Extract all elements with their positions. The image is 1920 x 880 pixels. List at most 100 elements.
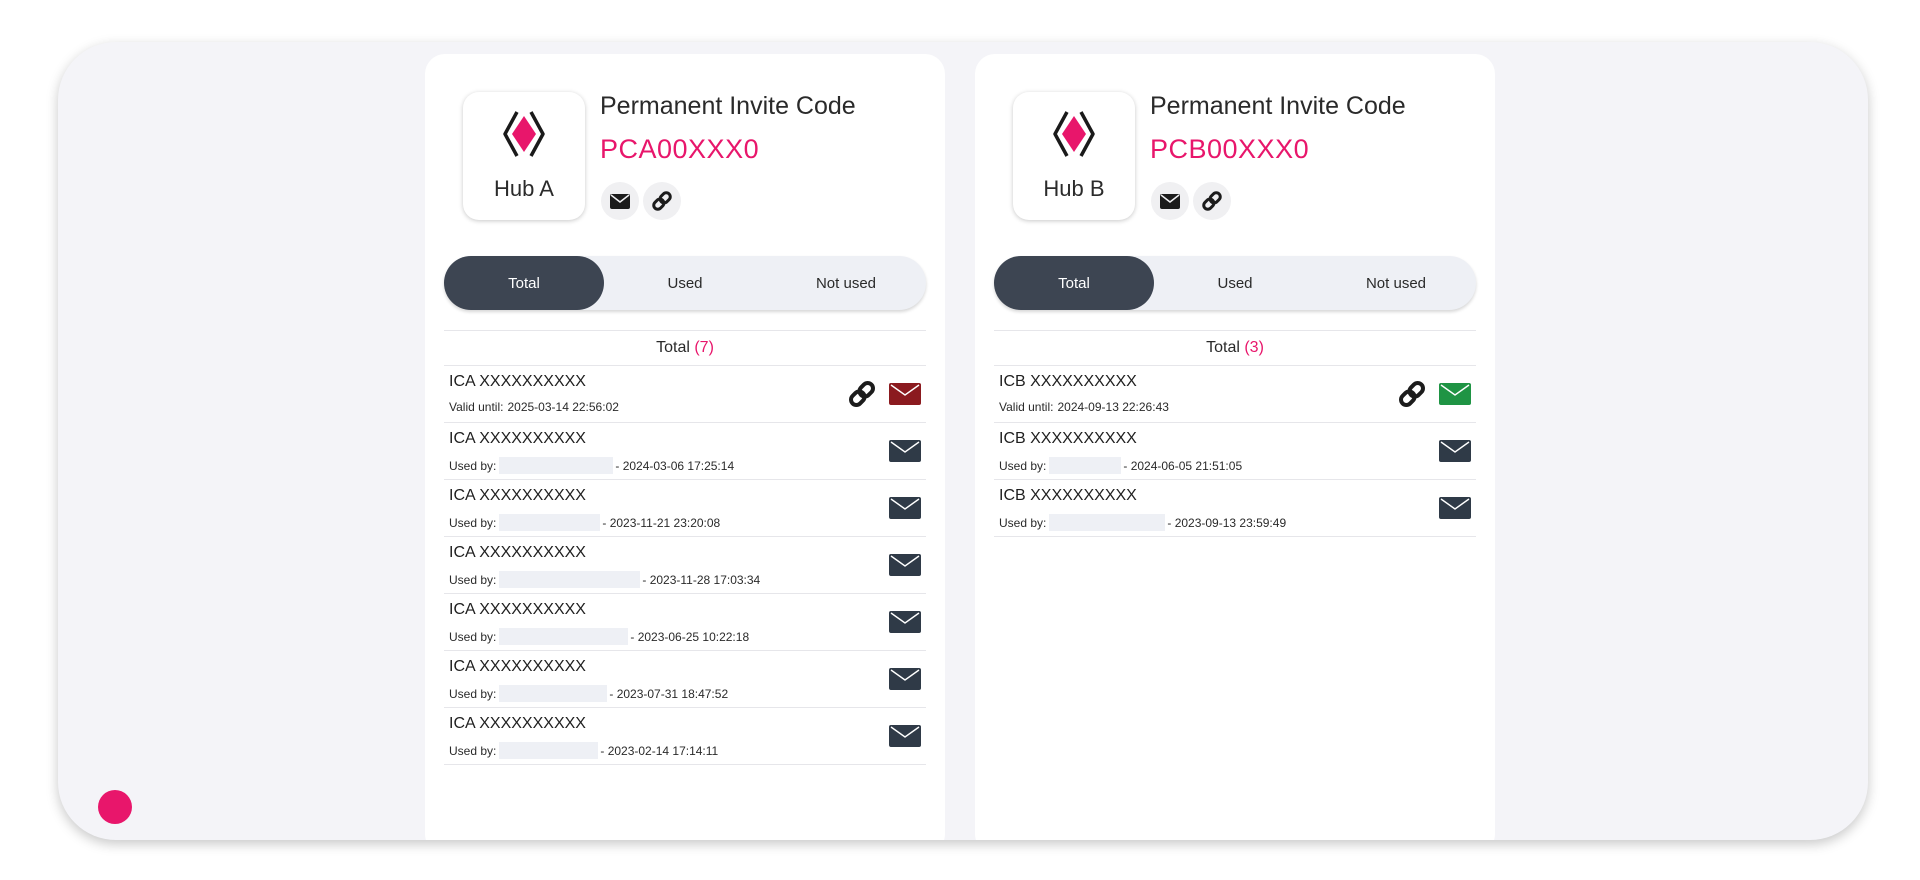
invite-code: ICB XXXXXXXXXX [999,487,1137,504]
send-invite-email-button[interactable] [889,611,921,638]
redacted-user [499,628,629,645]
invite-code-detail: Used by: - 2024-06-05 21:51:05 [999,457,1242,474]
permanent-invite-title: Permanent Invite Code [1150,92,1406,120]
send-invite-email-button[interactable] [1439,383,1471,410]
permanent-invite-code: PCA00XXX0 [600,134,760,164]
redacted-user [499,742,599,759]
envelope-icon [889,383,921,405]
envelope-icon [889,440,921,462]
detail-prefix: Used by: [449,458,497,473]
invite-code: ICB XXXXXXXXXX [999,430,1137,447]
hub-logo-box: Hub B [1013,92,1135,220]
invite-code-row: ICB XXXXXXXXXX Valid until: 2024-09-13 22:… [994,366,1476,423]
link-icon [1202,191,1222,211]
hub-logo-icon [1053,111,1095,157]
email-permanent-code-button[interactable] [601,182,639,220]
envelope-icon [1439,497,1471,519]
hub-logo-box: Hub A [463,92,585,220]
list-header: Total (7) [444,330,926,366]
envelope-icon [1439,440,1471,462]
detail-prefix: Used by: [449,743,497,758]
invite-code: ICA XXXXXXXXXX [449,601,586,618]
permanent-invite-code: PCB00XXX0 [1150,134,1310,164]
email-permanent-code-button[interactable] [1151,182,1189,220]
hub-card-b: Hub B Permanent Invite Code PCB00XXX0 To… [975,54,1495,840]
redacted-user [499,457,614,474]
invite-code-detail: Used by: - 2023-07-31 18:47:52 [449,685,728,702]
detail-prefix: Used by: [999,515,1047,530]
detail-value: - 2023-11-28 17:03:34 [642,572,761,587]
hub-name: Hub A [494,176,554,201]
detail-value: - 2023-09-13 23:59:49 [1167,515,1287,530]
send-invite-email-button[interactable] [889,440,921,467]
tab-not-used[interactable]: Not used [1316,256,1476,310]
detail-value: - 2024-06-05 21:51:05 [1123,458,1243,473]
envelope-icon [1439,383,1471,405]
send-invite-email-button[interactable] [889,497,921,524]
redacted-user [499,685,608,702]
invite-code-detail: Valid until: 2024-09-13 22:26:43 [999,400,1169,414]
invite-code-row: ICB XXXXXXXXXX Used by: - 2023-09-13 23:59… [994,480,1476,537]
envelope-icon [889,611,921,633]
copy-permanent-link-button[interactable] [643,182,681,220]
invite-code-row: ICA XXXXXXXXXX Used by: - 2024-03-06 17:25… [444,423,926,480]
detail-value: - 2023-07-31 18:47:52 [609,686,729,701]
tab-total[interactable]: Total [994,256,1154,310]
invite-code-detail: Used by: - 2024-03-06 17:25:14 [449,457,734,474]
link-icon [652,191,672,211]
copy-permanent-link-button[interactable] [1193,182,1231,220]
tab-used[interactable]: Used [1155,256,1315,310]
help-badge-icon[interactable] [98,790,132,824]
invite-code: ICA XXXXXXXXXX [449,544,586,561]
invite-code-detail: Valid until: 2025-03-14 22:56:02 [449,400,619,414]
detail-prefix: Used by: [449,686,497,701]
invite-code-detail: Used by: - 2023-06-25 10:22:18 [449,628,749,645]
detail-prefix: Used by: [999,458,1047,473]
invite-code-row: ICA XXXXXXXXXX Used by: - 2023-11-21 23:20… [444,480,926,537]
detail-value: - 2023-02-14 17:14:11 [600,743,719,758]
copy-invite-link-button[interactable] [1396,378,1428,415]
send-invite-email-button[interactable] [889,725,921,752]
redacted-user [1049,514,1166,531]
copy-invite-link-button[interactable] [846,378,878,415]
permanent-invite-title: Permanent Invite Code [600,92,856,120]
filter-segmented-control: Total Used Not used [994,256,1476,310]
tab-used[interactable]: Used [605,256,765,310]
detail-value: 2025-03-14 22:56:02 [507,400,619,414]
envelope-icon [1160,193,1180,209]
envelope-icon [889,554,921,576]
send-invite-email-button[interactable] [1439,440,1471,467]
invite-code: ICA XXXXXXXXXX [449,658,586,675]
envelope-icon [889,668,921,690]
detail-prefix: Used by: [449,629,497,644]
send-invite-email-button[interactable] [889,383,921,410]
hub-name: Hub B [1043,176,1105,201]
invite-code-row: ICA XXXXXXXXXX Used by: - 2023-11-28 17:03… [444,537,926,594]
detail-value: 2024-09-13 22:26:43 [1057,400,1169,414]
list-header: Total (3) [994,330,1476,366]
envelope-icon [889,725,921,747]
invite-code-row: ICB XXXXXXXXXX Used by: - 2024-06-05 21:51… [994,423,1476,480]
hub-logo-icon [503,111,545,157]
invite-code: ICA XXXXXXXXXX [449,430,586,447]
detail-prefix: Used by: [449,515,497,530]
list-title: Total [656,339,690,356]
envelope-icon [889,497,921,519]
list-count: (7) [694,339,714,356]
redacted-user [1049,457,1122,474]
tab-not-used[interactable]: Not used [766,256,926,310]
send-invite-email-button[interactable] [1439,497,1471,524]
filter-segmented-control: Total Used Not used [444,256,926,310]
detail-prefix: Valid until: [999,400,1054,414]
invite-code-row: ICA XXXXXXXXXX Used by: - 2023-02-14 17:14… [444,708,926,765]
redacted-user [499,514,601,531]
invite-code-detail: Used by: - 2023-11-21 23:20:08 [449,514,720,531]
list-title: Total [1206,339,1240,356]
detail-value: - 2023-06-25 10:22:18 [630,629,750,644]
tab-total[interactable]: Total [444,256,604,310]
detail-prefix: Valid until: [449,400,504,414]
send-invite-email-button[interactable] [889,554,921,581]
link-icon [849,381,875,407]
send-invite-email-button[interactable] [889,668,921,695]
invite-code-row: ICA XXXXXXXXXX Valid until: 2025-03-14 22:… [444,366,926,423]
